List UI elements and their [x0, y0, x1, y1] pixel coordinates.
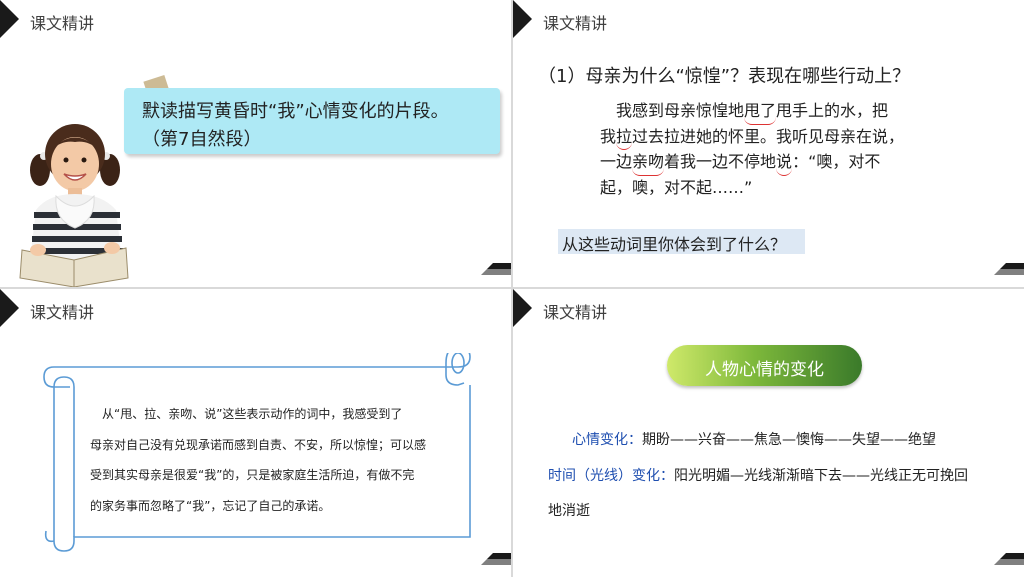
- mood-value: 期盼——兴奋——焦急—懊悔——失望——绝望: [642, 432, 936, 448]
- next-arrow-icon[interactable]: [994, 263, 1024, 275]
- next-arrow-icon[interactable]: [481, 553, 511, 565]
- highlight-box: 从这些动词里你体会到了什么？: [558, 229, 805, 254]
- text-run: 起，噢，对不起……”: [600, 177, 753, 197]
- topic-pill-label: 人物心情的变化: [705, 360, 824, 380]
- text-run: 我: [600, 126, 617, 146]
- text-run: 我感到母亲惊惶地: [616, 101, 745, 120]
- mood-label: 心情变化：: [572, 432, 642, 448]
- verb-mark: 说: [776, 150, 793, 176]
- answer-line: 母亲对自己没有兑现承诺而感到自责、不安，所以惊惶；可以感: [90, 437, 427, 452]
- text-run: 过去拉进她的怀里。我听见母亲在说，: [632, 126, 905, 146]
- text-run: 一边: [600, 152, 633, 171]
- corner-decoration: [0, 0, 19, 38]
- answer-line: 从“甩、拉、亲吻、说”这些表示动作的词中，我感受到了: [102, 407, 403, 421]
- time-label: 时间（光线）变化：: [548, 468, 674, 484]
- answer-line: 的家务事而忽略了“我”，忘记了自己的承诺。: [90, 498, 331, 513]
- text-run: 甩手上的水，把: [776, 101, 889, 120]
- answer-text: 从“甩、拉、亲吻、说”这些表示动作的词中，我感受到了 母亲对自己没有兑现承诺而感…: [90, 399, 450, 521]
- bubble-line-2: （第7自然段）: [142, 129, 262, 150]
- highlight-question: 从这些动词里你体会到了什么？: [562, 235, 787, 254]
- corner-decoration: [0, 289, 19, 327]
- mood-change-row: 心情变化：期盼——兴奋——焦急—懊悔——失望——绝望: [572, 429, 936, 449]
- text-run: ：“噢，对不: [792, 152, 881, 171]
- bubble-line-1: 默读描写黄昏时“我”心情变化的片段。: [142, 101, 449, 122]
- corner-decoration: [513, 0, 532, 38]
- topic-pill: 人物心情的变化: [667, 345, 862, 386]
- time-change-row: 时间（光线）变化：阳光明媚—光线渐渐暗下去——光线正无可挽回: [548, 465, 968, 485]
- time-value-continued: 地消逝: [548, 503, 590, 519]
- quoted-paragraph: 我感到母亲惊惶地甩了甩手上的水，把 我拉过去拉进她的怀里。我听见母亲在说， 一边…: [600, 99, 940, 200]
- girl-reading-image: [19, 124, 129, 287]
- slide-header: 课文精讲: [30, 14, 95, 33]
- slide-4[interactable]: 课文精讲 人物心情的变化 心情变化：期盼——兴奋——焦急—懊悔——失望——绝望 …: [513, 289, 1024, 577]
- text-run: 着我一边不停地: [664, 152, 777, 171]
- slide-2[interactable]: 课文精讲 （1）母亲为什么“惊惶”？表现在哪些行动上？ 我感到母亲惊惶地甩了甩手…: [513, 0, 1024, 287]
- answer-line: 受到其实母亲是很爱“我”的，只是被家庭生活所迫，有做不完: [90, 468, 415, 482]
- verb-mark: 亲吻: [632, 150, 665, 176]
- slide-3[interactable]: 课文精讲 从“甩、拉、亲吻、说”这些表示动作的词中，我感受到了 母亲对自己没有兑…: [0, 289, 511, 577]
- verb-mark: 拉: [616, 125, 633, 150]
- next-arrow-icon[interactable]: [994, 553, 1024, 565]
- time-value: 阳光明媚—光线渐渐暗下去——光线正无可挽回: [674, 468, 968, 484]
- corner-decoration: [513, 289, 532, 327]
- question-text: （1）母亲为什么“惊惶”？表现在哪些行动上？: [538, 66, 911, 87]
- next-arrow-icon[interactable]: [481, 263, 511, 275]
- slide-header: 课文精讲: [543, 14, 608, 33]
- slide-1[interactable]: 课文精讲 默读描写黄昏时“我”心情变化的片段。 （第7自然段）: [0, 0, 511, 287]
- slide-header: 课文精讲: [543, 303, 608, 322]
- task-bubble: 默读描写黄昏时“我”心情变化的片段。 （第7自然段）: [124, 88, 500, 154]
- verb-mark: 甩了: [744, 99, 777, 125]
- slide-header: 课文精讲: [30, 303, 95, 322]
